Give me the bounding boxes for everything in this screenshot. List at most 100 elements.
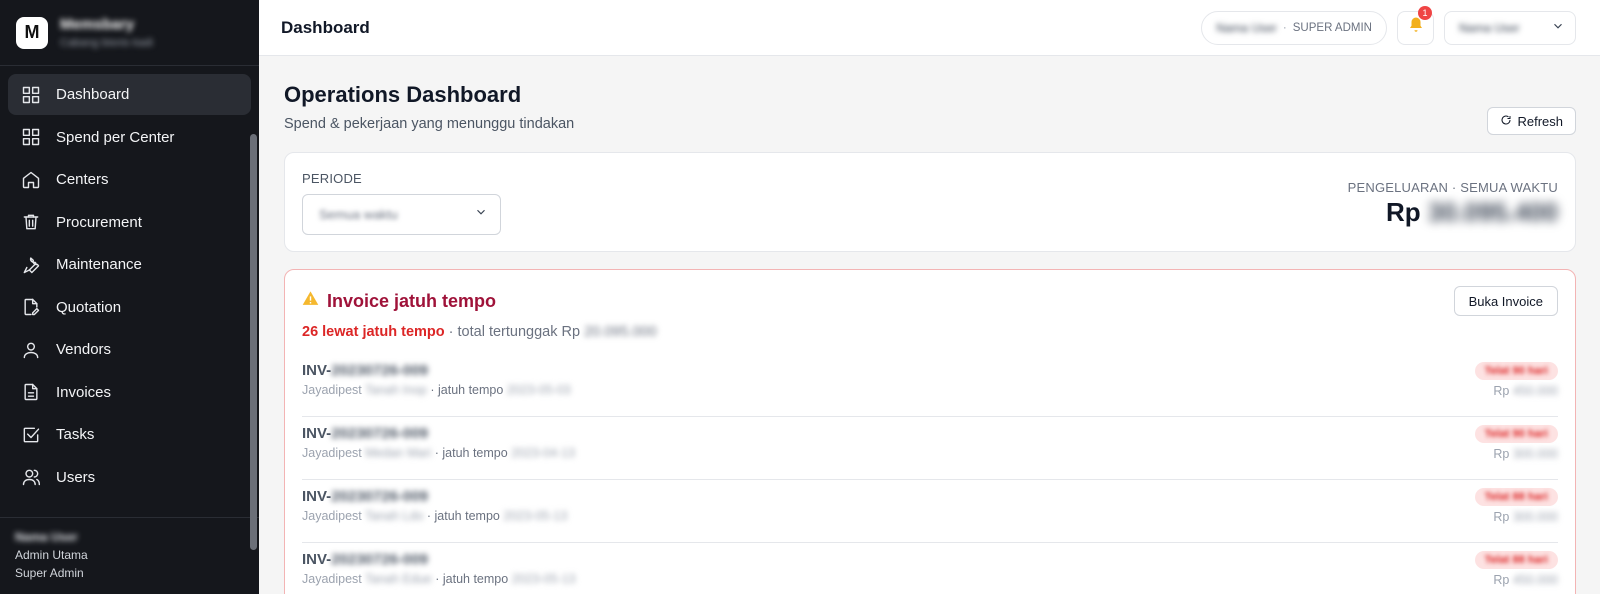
- late-badge-text: Telat 88 hari: [1484, 554, 1548, 566]
- wrench-icon: [20, 254, 42, 276]
- amount-value: 450.000: [1512, 573, 1558, 587]
- sidebar-item-tasks[interactable]: Tasks: [8, 414, 251, 455]
- overdue-title-text: Invoice jatuh tempo: [327, 290, 497, 311]
- file-edit-icon: [20, 296, 42, 318]
- late-badge: Telat 88 hari: [1474, 488, 1558, 506]
- invoice-meta: Jayadipest Tanah Ldo · jatuh tempo 2023-…: [302, 509, 567, 523]
- invoice-number: INV-20230726-009: [302, 488, 567, 505]
- sidebar-item-maintenance[interactable]: Maintenance: [8, 244, 251, 285]
- sidebar-nav: Dashboard Spend per Center Centers Procu…: [0, 66, 259, 550]
- sidebar-item-label: Quotation: [56, 298, 122, 316]
- invoice-vendor: Jayadipest: [302, 446, 362, 460]
- file-text-icon: [20, 381, 42, 403]
- amount-value: 450.000: [1512, 384, 1558, 398]
- invoice-amount: Rp 300.000: [1493, 447, 1558, 461]
- sidebar-item-spend-per-center[interactable]: Spend per Center: [8, 117, 251, 158]
- invoice-number-value: 20230726-009: [331, 551, 428, 568]
- account-name: Nama User: [1459, 20, 1520, 35]
- sidebar-item-invoices[interactable]: Invoices: [8, 372, 251, 413]
- overdue-count: 26 lewat jatuh tempo: [302, 324, 445, 340]
- invoice-row[interactable]: INV-20230726-009 Jayadipest Tanah Edue ·…: [302, 543, 1558, 594]
- invoice-due-label: · jatuh tempo: [435, 572, 509, 586]
- users-icon: [20, 466, 42, 488]
- period-selected-value: Semua waktu: [319, 207, 398, 222]
- brand-logo: M: [16, 16, 48, 49]
- invoice-vendor: Jayadipest: [302, 383, 362, 397]
- invoice-due-label: · jatuh tempo: [434, 446, 508, 460]
- invoice-amount: Rp 450.000: [1493, 573, 1558, 587]
- role-separator: ·: [1282, 21, 1287, 34]
- sidebar-item-label: Spend per Center: [56, 128, 175, 146]
- late-badge-text: Telat 90 hari: [1484, 365, 1548, 377]
- late-badge: Telat 88 hari: [1474, 551, 1558, 569]
- sidebar-item-vendors[interactable]: Vendors: [8, 329, 251, 370]
- sidebar-item-label: Users: [56, 468, 96, 486]
- role-label: SUPER ADMIN: [1292, 21, 1372, 34]
- invoice-number: INV-20230726-009: [302, 551, 576, 568]
- open-invoices-button[interactable]: Buka Invoice: [1453, 286, 1558, 316]
- topbar: Dashboard Nama User · SUPER ADMIN 1 Nama…: [259, 0, 1600, 56]
- spend-total: Rp 30.095.400: [1348, 197, 1558, 228]
- account-select[interactable]: Nama User: [1444, 10, 1576, 45]
- outstanding-total-value: 20.095.000: [584, 324, 657, 340]
- spend-amount: 30.095.400: [1427, 197, 1558, 227]
- period-card: PERIODE Semua waktu PENGELUARAN · SEMUA …: [284, 152, 1576, 252]
- invoice-meta: Jayadipest Tanah Inop · jatuh tempo 2023…: [302, 383, 571, 397]
- role-pill: Nama User · SUPER ADMIN: [1201, 10, 1387, 45]
- invoice-prefix: INV-: [302, 551, 332, 568]
- invoice-vendor: Jayadipest: [302, 572, 362, 586]
- overdue-invoices-card: Invoice jatuh tempo Buka Invoice 26 lewa…: [284, 269, 1576, 594]
- invoice-prefix: INV-: [302, 425, 332, 442]
- invoice-meta: Jayadipest Tanah Edue · jatuh tempo 2023…: [302, 572, 576, 586]
- refresh-button[interactable]: Refresh: [1487, 107, 1576, 135]
- invoice-row[interactable]: INV-20230726-009 Jayadipest Medan Mari ·…: [302, 417, 1558, 480]
- notifications-button[interactable]: 1: [1397, 5, 1434, 45]
- sidebar-scrollbar[interactable]: [250, 134, 257, 550]
- refresh-icon: [1500, 114, 1512, 129]
- chevron-down-icon: [1551, 19, 1565, 36]
- sidebar-item-quotation[interactable]: Quotation: [8, 287, 251, 328]
- sidebar-item-centers[interactable]: Centers: [8, 159, 251, 200]
- grid-icon: [20, 126, 42, 148]
- invoice-due-label: · jatuh tempo: [426, 509, 500, 523]
- sidebar-item-label: Vendors: [56, 341, 112, 358]
- sidebar-item-users[interactable]: Users: [8, 457, 251, 498]
- brand-name: Memsbary: [60, 16, 135, 33]
- invoice-due-date: 2023-04-13: [511, 446, 576, 460]
- sidebar-user-info: Nama User Admin Utama Super Admin: [0, 517, 259, 594]
- overdue-invoices-title: Invoice jatuh tempo: [302, 290, 496, 312]
- invoice-row[interactable]: INV-20230726-009 Jayadipest Tanah Ldo · …: [302, 480, 1558, 543]
- sidebar-item-dashboard[interactable]: Dashboard: [8, 74, 251, 115]
- invoice-meta: Jayadipest Medan Mari · jatuh tempo 2023…: [302, 446, 575, 460]
- invoice-due-label: · jatuh tempo: [430, 383, 504, 397]
- invoice-row[interactable]: INV-20230726-009 Jayadipest Tanah Inop ·…: [302, 354, 1558, 417]
- invoice-due-date: 2023-05-03: [506, 383, 571, 397]
- topbar-title: Dashboard: [281, 17, 370, 37]
- sidebar-item-label: Tasks: [56, 426, 95, 443]
- main-area: Dashboard Nama User · SUPER ADMIN 1 Nama…: [259, 0, 1600, 594]
- page-title: Operations Dashboard: [284, 82, 522, 107]
- footer-org: Admin Utama: [15, 548, 88, 562]
- amount-value: 300.000: [1512, 510, 1558, 524]
- amount-currency: Rp: [1493, 510, 1510, 524]
- amount-currency: Rp: [1493, 384, 1510, 398]
- sidebar: M Memsbary Cabang bisnis kadi Dashboard …: [0, 0, 259, 594]
- invoice-number-value: 20230726-009: [331, 425, 428, 442]
- grid-icon: [20, 84, 42, 106]
- user-icon: [20, 339, 42, 361]
- role-user-name: Nama User: [1216, 20, 1277, 35]
- invoice-center: Tanah Inop: [365, 383, 427, 397]
- invoice-number-value: 20230726-009: [331, 362, 428, 379]
- period-select[interactable]: Semua waktu: [302, 194, 501, 235]
- dashboard-content: Operations Dashboard Spend & pekerjaan y…: [259, 56, 1600, 594]
- period-label: PERIODE: [302, 171, 362, 186]
- spend-currency: Rp: [1385, 197, 1421, 227]
- sidebar-item-procurement[interactable]: Procurement: [8, 202, 251, 243]
- late-badge: Telat 90 hari: [1474, 425, 1558, 443]
- brand[interactable]: M Memsbary Cabang bisnis kadi: [0, 0, 259, 66]
- trash-icon: [20, 211, 42, 233]
- footer-user-name: Nama User: [15, 530, 78, 544]
- sidebar-item-label: Dashboard: [56, 86, 130, 103]
- sidebar-item-label: Procurement: [56, 213, 142, 231]
- invoice-amount: Rp 300.000: [1493, 510, 1558, 524]
